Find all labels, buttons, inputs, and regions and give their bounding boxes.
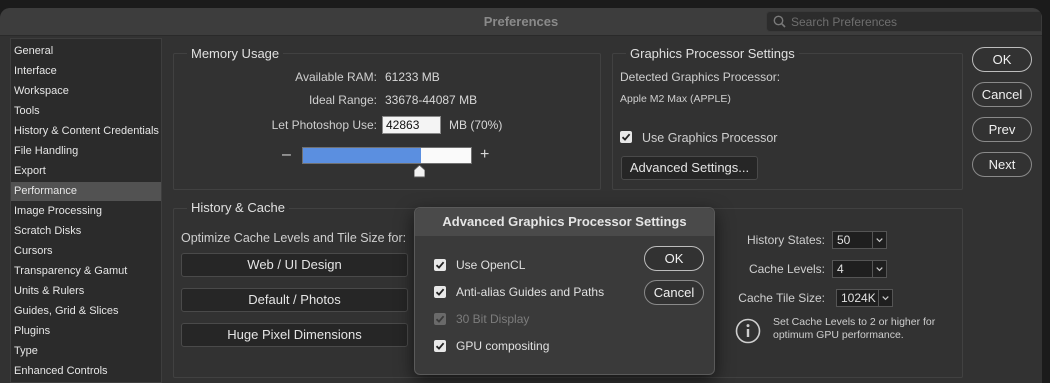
- optimize-cache-label: Optimize Cache Levels and Tile Size for:: [181, 231, 407, 245]
- chevron-down-icon: [872, 261, 883, 277]
- let-photoshop-use-label: Let Photoshop Use:: [271, 118, 377, 132]
- prev-button[interactable]: Prev: [972, 117, 1032, 142]
- memory-slider[interactable]: [302, 147, 472, 164]
- available-ram-value: 61233 MB: [385, 70, 440, 84]
- cache-levels-label: Cache Levels:: [748, 262, 825, 276]
- detected-gpu-value: Apple M2 Max (APPLE): [620, 93, 731, 105]
- search-icon: [773, 15, 786, 28]
- detected-gpu-label: Detected Graphics Processor:: [620, 70, 781, 84]
- sidebar-item-units-rulers[interactable]: Units & Rulers: [11, 282, 161, 301]
- memory-amount-field[interactable]: 42863: [382, 116, 441, 134]
- next-button[interactable]: Next: [972, 152, 1032, 177]
- use-gpu-checkbox[interactable]: [620, 131, 632, 143]
- history-cache-title: History & Cache: [187, 200, 289, 215]
- checkmark-icon: [435, 288, 445, 296]
- use-gpu-label: Use Graphics Processor: [642, 131, 778, 145]
- sidebar-item-workspace[interactable]: Workspace: [11, 82, 161, 101]
- chevron-down-icon: [872, 232, 883, 248]
- gpu-performance-note: Set Cache Levels to 2 or higher for opti…: [773, 316, 936, 341]
- sidebar-item-general[interactable]: General: [11, 42, 161, 61]
- anti-alias-label: Anti-alias Guides and Paths: [456, 285, 605, 299]
- dialog-ok-button[interactable]: OK: [644, 246, 704, 271]
- memory-slider-fill: [303, 148, 421, 163]
- advanced-settings-button[interactable]: Advanced Settings...: [621, 156, 758, 180]
- available-ram-label: Available RAM:: [295, 70, 377, 84]
- dialog-cancel-button[interactable]: Cancel: [644, 280, 704, 305]
- default-photos-button[interactable]: Default / Photos: [181, 288, 408, 312]
- sidebar-item-guides-grid[interactable]: Guides, Grid & Slices: [11, 302, 161, 321]
- sidebar-item-scratch-disks[interactable]: Scratch Disks: [11, 222, 161, 241]
- web-ui-design-button[interactable]: Web / UI Design: [181, 253, 408, 277]
- checkmark-icon: [621, 133, 631, 141]
- search-input[interactable]: [791, 14, 1031, 30]
- use-opencl-label: Use OpenCL: [456, 258, 526, 272]
- ideal-range-label: Ideal Range:: [308, 93, 377, 107]
- info-icon: [735, 318, 761, 344]
- sidebar-item-export[interactable]: Export: [11, 162, 161, 181]
- anti-alias-checkbox[interactable]: [434, 286, 446, 298]
- dialog-header: Advanced Graphics Processor Settings: [415, 208, 714, 236]
- cache-levels-select[interactable]: 4: [832, 260, 887, 278]
- gpu-compositing-checkbox[interactable]: [434, 340, 446, 352]
- search-box[interactable]: [766, 11, 1042, 32]
- sidebar-item-plugins[interactable]: Plugins: [11, 322, 161, 341]
- sidebar-item-cursors[interactable]: Cursors: [11, 242, 161, 261]
- 30-bit-display-label: 30 Bit Display: [456, 312, 530, 326]
- memory-decrease-button[interactable]: –: [282, 147, 291, 163]
- cache-tile-size-value: 1024K: [841, 291, 876, 305]
- preferences-sidebar: General Interface Workspace Tools Histor…: [10, 38, 162, 383]
- use-opencl-checkbox[interactable]: [434, 259, 446, 271]
- sidebar-item-file-handling[interactable]: File Handling: [11, 142, 161, 161]
- huge-pixel-dimensions-button[interactable]: Huge Pixel Dimensions: [181, 323, 408, 347]
- memory-usage-title: Memory Usage: [187, 46, 284, 61]
- dialog-title: Advanced Graphics Processor Settings: [442, 214, 687, 229]
- history-states-select[interactable]: 50: [832, 231, 887, 249]
- sidebar-item-performance[interactable]: Performance: [11, 182, 161, 201]
- checkmark-icon: [435, 342, 445, 350]
- sidebar-item-history-credentials[interactable]: History & Content Credentials: [11, 122, 161, 141]
- memory-unit-label: MB (70%): [449, 118, 503, 132]
- cache-levels-value: 4: [837, 262, 844, 276]
- 30-bit-display-checkbox: [434, 313, 446, 325]
- advanced-gpu-settings-dialog: Advanced Graphics Processor Settings Use…: [414, 207, 715, 375]
- title-bar: Preferences: [0, 8, 1042, 36]
- sidebar-item-image-processing[interactable]: Image Processing: [11, 202, 161, 221]
- memory-slider-thumb[interactable]: [414, 165, 425, 178]
- cache-tile-size-select[interactable]: 1024K: [836, 289, 893, 307]
- chevron-down-icon: [878, 290, 889, 306]
- cache-tile-size-label: Cache Tile Size:: [738, 291, 825, 305]
- gpu-compositing-label: GPU compositing: [456, 339, 550, 353]
- gpu-settings-title: Graphics Processor Settings: [626, 46, 799, 61]
- history-states-value: 50: [837, 233, 851, 247]
- ok-button[interactable]: OK: [972, 47, 1032, 72]
- sidebar-item-type[interactable]: Type: [11, 342, 161, 361]
- checkmark-icon: [435, 315, 445, 323]
- sidebar-item-enhanced-controls[interactable]: Enhanced Controls: [11, 362, 161, 381]
- ideal-range-value: 33678-44087 MB: [385, 93, 478, 107]
- sidebar-item-transparency[interactable]: Transparency & Gamut: [11, 262, 161, 281]
- sidebar-item-interface[interactable]: Interface: [11, 62, 161, 81]
- cancel-button[interactable]: Cancel: [972, 82, 1032, 107]
- checkmark-icon: [435, 261, 445, 269]
- memory-increase-button[interactable]: +: [480, 147, 489, 163]
- history-states-label: History States:: [746, 233, 825, 247]
- sidebar-item-tools[interactable]: Tools: [11, 102, 161, 121]
